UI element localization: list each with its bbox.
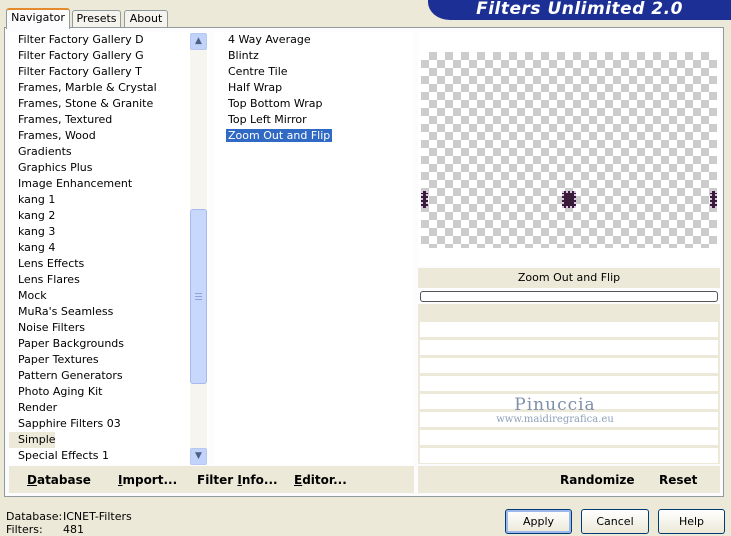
category-item[interactable]: MuRa's Seamless — [9, 304, 189, 320]
tab-about[interactable]: About — [124, 10, 168, 28]
tab-navigator[interactable]: Navigator — [6, 8, 70, 29]
category-scrollbar[interactable]: ▲ ▼ — [190, 33, 207, 465]
filter-item-label: Half Wrap — [228, 81, 283, 94]
filter-item-label: Top Bottom Wrap — [228, 97, 323, 110]
parameter-area — [418, 304, 720, 464]
apply-button[interactable]: Apply — [505, 509, 572, 534]
parameter-slot — [420, 448, 718, 463]
category-item[interactable]: Mock — [9, 288, 189, 304]
filter-item[interactable]: Top Bottom Wrap — [214, 96, 414, 112]
category-item[interactable]: Filter Factory Gallery T — [9, 64, 189, 80]
filter-info-label-start: Filter — [197, 473, 238, 487]
filter-list[interactable]: 4 Way Average Blintz Centre Tile Half Wrap T… — [214, 32, 414, 465]
database-accel: D — [27, 473, 37, 487]
category-item[interactable]: Graphics Plus — [9, 160, 189, 176]
reset-button[interactable]: Reset — [659, 473, 697, 487]
filter-item[interactable]: Blintz — [214, 48, 414, 64]
filter-item[interactable]: Top Left Mirror — [214, 112, 414, 128]
category-item[interactable]: Pattern Generators — [9, 368, 189, 384]
filter-item-label: Centre Tile — [228, 65, 288, 78]
randomize-button[interactable]: Randomize — [560, 473, 634, 487]
category-item[interactable]: Photo Aging Kit — [9, 384, 189, 400]
filter-item-label: Zoom Out and Flip — [226, 129, 333, 142]
preview-tile-center — [562, 191, 576, 208]
category-item[interactable]: Image Enhancement — [9, 176, 189, 192]
cancel-button[interactable]: Cancel — [581, 509, 649, 534]
progress-bar — [420, 291, 718, 302]
parameter-slot — [420, 322, 718, 337]
category-item[interactable]: kang 2 — [9, 208, 189, 224]
status-filters: Filters: 481 — [6, 523, 84, 536]
watermark-name: Pinuccia — [514, 395, 596, 415]
watermark: Pinuccia www.maidiregrafica.eu — [490, 396, 620, 426]
status-filters-label: Filters: — [6, 523, 43, 536]
category-item[interactable]: Frames, Textured — [9, 112, 189, 128]
filter-name-label: Zoom Out and Flip — [418, 268, 720, 288]
editor-label: ditor... — [302, 473, 347, 487]
filter-item[interactable]: 4 Way Average — [214, 32, 414, 48]
help-button[interactable]: Help — [658, 509, 725, 534]
category-item[interactable]: Frames, Wood — [9, 128, 189, 144]
import-label: mport... — [122, 473, 178, 487]
database-button[interactable]: Database — [27, 473, 91, 487]
category-item[interactable]: Simple — [9, 432, 56, 448]
scroll-thumb[interactable] — [190, 209, 207, 384]
category-item[interactable]: Render — [9, 400, 189, 416]
filter-item-label: Top Left Mirror — [228, 113, 307, 126]
category-list[interactable]: Filter Factory Gallery D Filter Factory G… — [9, 32, 209, 465]
filter-item[interactable]: Zoom Out and Flip — [214, 128, 414, 144]
category-item[interactable]: Frames, Marble & Crystal — [9, 80, 189, 96]
filter-info-label-end: nfo... — [241, 473, 278, 487]
parameter-slot — [420, 376, 718, 391]
category-item[interactable]: Lens Effects — [9, 256, 189, 272]
category-item[interactable]: Lens Flares — [9, 272, 189, 288]
parameter-slot — [420, 430, 718, 445]
preview-tile-left — [421, 191, 428, 208]
database-label: atabase — [36, 473, 91, 487]
parameter-slot — [420, 358, 718, 373]
import-button[interactable]: Import... — [118, 473, 177, 487]
filter-item[interactable]: Half Wrap — [214, 80, 414, 96]
filter-toolbar: Database Import... Filter Info... Editor… — [9, 466, 414, 493]
parameter-slot — [420, 340, 718, 355]
filter-item-label: Blintz — [228, 49, 259, 62]
category-item[interactable]: kang 4 — [9, 240, 189, 256]
status-filters-value: 481 — [63, 523, 84, 536]
preview-tile-right — [710, 191, 717, 208]
grip-line — [195, 293, 202, 294]
tab-presets[interactable]: Presets — [72, 10, 121, 28]
category-item[interactable]: Filter Factory Gallery G — [9, 48, 189, 64]
category-item[interactable]: kang 1 — [9, 192, 189, 208]
preview-transparency-canvas — [421, 52, 717, 248]
category-item[interactable]: Special Effects 1 — [9, 448, 189, 464]
scroll-up-icon[interactable]: ▲ — [190, 33, 207, 50]
category-item[interactable]: Paper Textures — [9, 352, 189, 368]
grip-line — [195, 299, 202, 300]
category-item[interactable]: Sapphire Filters 03 — [9, 416, 189, 432]
category-item[interactable]: kang 3 — [9, 224, 189, 240]
filter-item[interactable]: Centre Tile — [214, 64, 414, 80]
editor-accel: E — [294, 473, 303, 487]
category-item[interactable]: Noise Filters — [9, 320, 189, 336]
preview-area — [418, 32, 720, 266]
category-item[interactable]: Paper Backgrounds — [9, 336, 189, 352]
editor-button[interactable]: Editor... — [294, 473, 347, 487]
grip-line — [195, 296, 202, 297]
status-database: Database: ICNET-Filters — [6, 510, 132, 523]
category-item[interactable]: Filter Factory Gallery D — [9, 32, 189, 48]
filter-item-label: 4 Way Average — [228, 33, 311, 46]
filter-info-button[interactable]: Filter Info... — [197, 473, 278, 487]
scroll-down-icon[interactable]: ▼ — [190, 448, 207, 465]
watermark-url: www.maidiregrafica.eu — [496, 414, 614, 425]
status-database-label: Database: — [6, 510, 63, 523]
preview-toolbar: Randomize Reset — [418, 466, 720, 493]
status-database-value: ICNET-Filters — [63, 510, 132, 523]
category-item[interactable]: Frames, Stone & Granite — [9, 96, 189, 112]
category-item[interactable]: Gradients — [9, 144, 189, 160]
app-title-banner: Filters Unlimited 2.0 — [428, 0, 731, 20]
